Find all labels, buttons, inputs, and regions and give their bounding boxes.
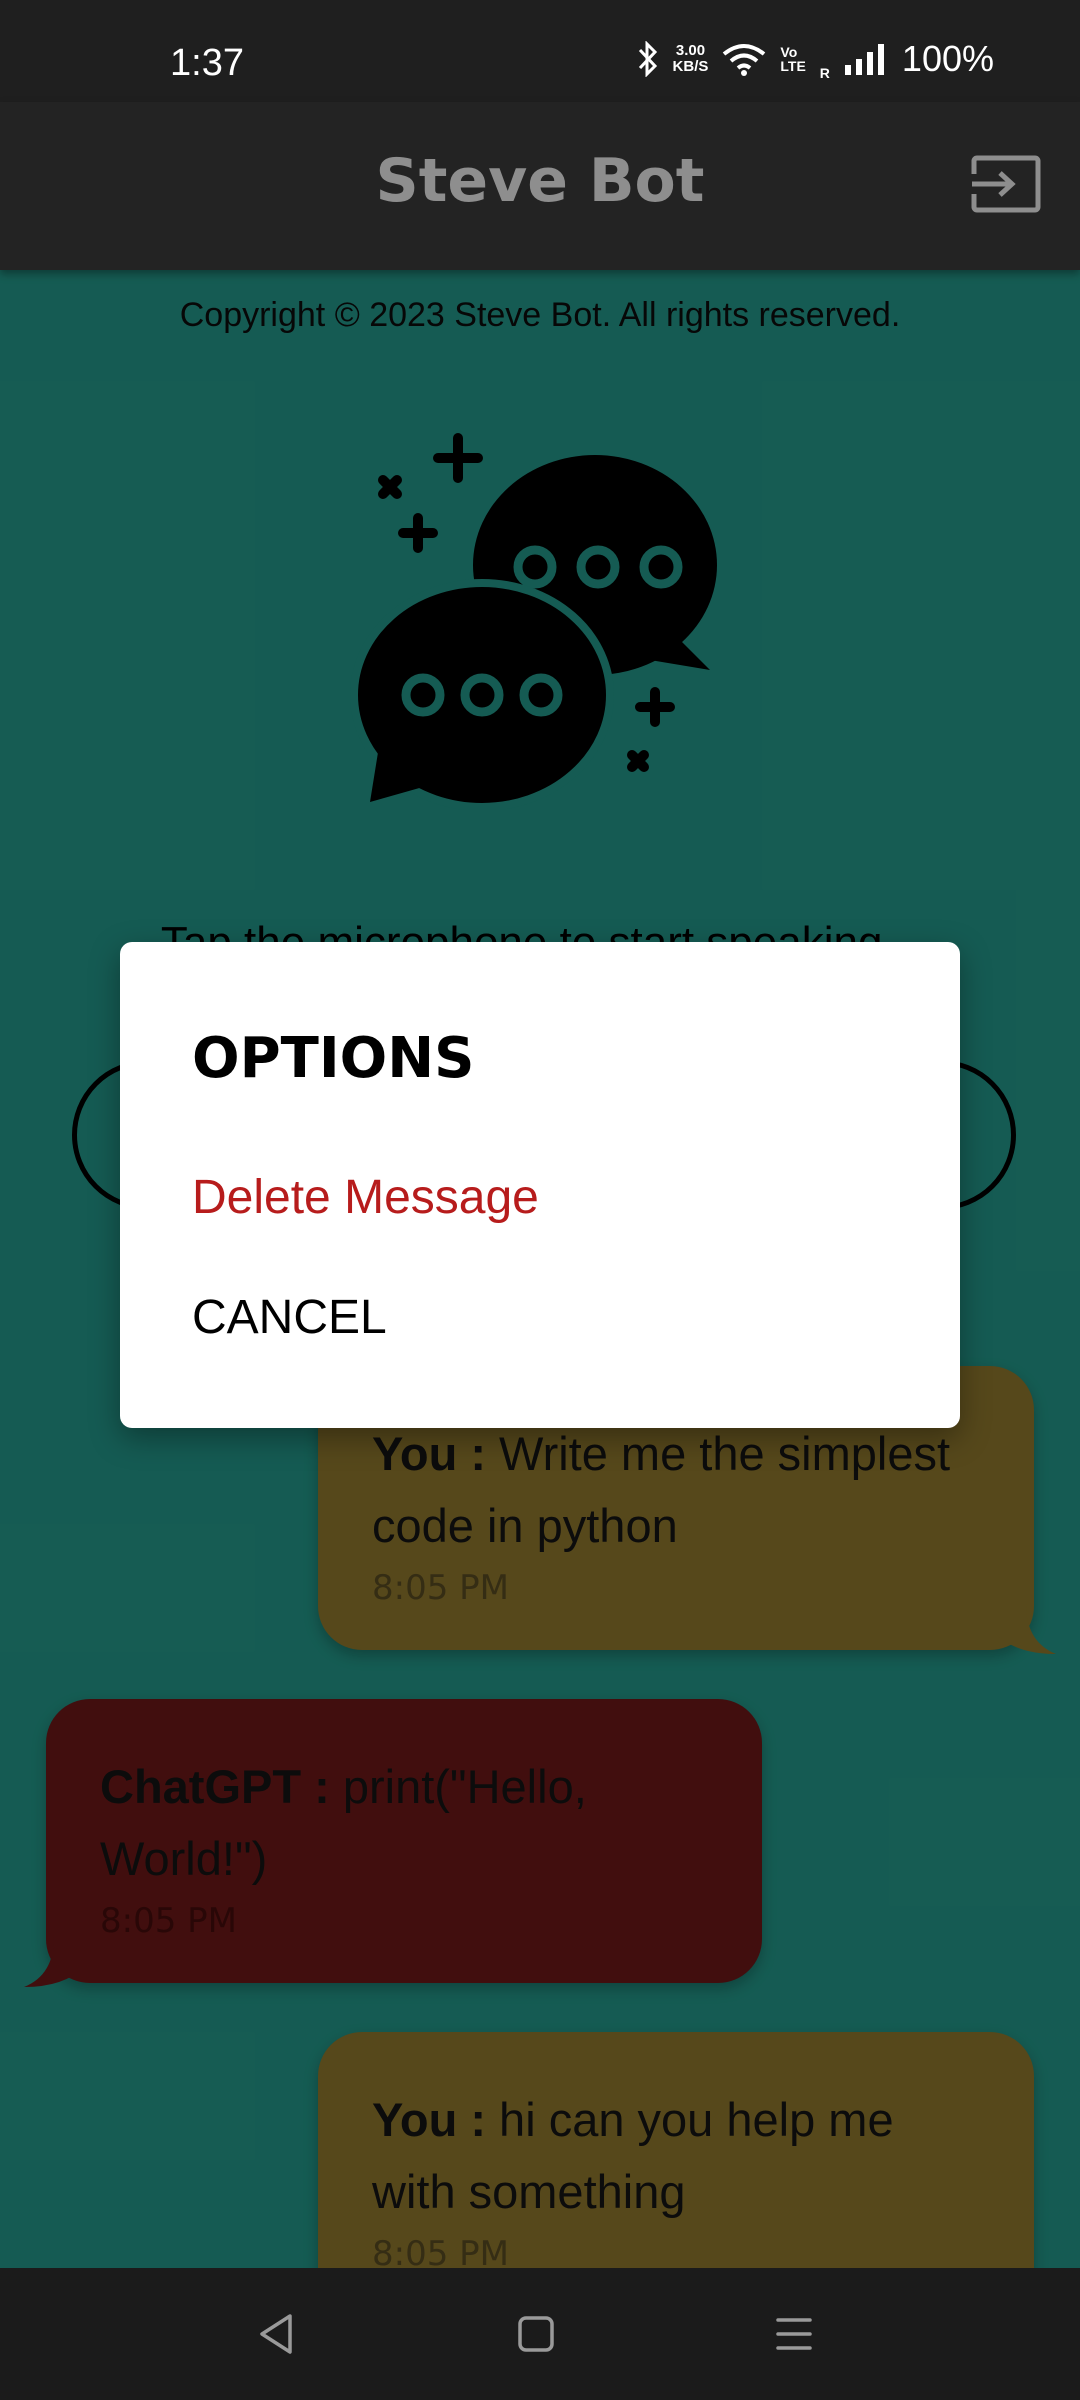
network-speed-unit: KB/S — [672, 58, 709, 75]
delete-message-button[interactable]: Delete Message — [192, 1170, 539, 1225]
status-icons: 3.00 KB/S Vo LTE R 100% — [637, 38, 994, 80]
status-time: 1:37 — [170, 42, 244, 84]
bluetooth-icon — [638, 41, 657, 77]
dialog-title: OPTIONS — [192, 1026, 475, 1091]
signal-icon — [844, 44, 884, 75]
roaming-indicator: R — [819, 65, 830, 81]
menu-lines-icon[interactable] — [774, 2312, 814, 2356]
volte-indicator: Vo LTE — [780, 45, 805, 73]
cancel-button[interactable]: CANCEL — [192, 1290, 387, 1345]
logout-icon[interactable] — [970, 154, 1042, 214]
options-dialog: OPTIONS Delete Message CANCEL — [120, 942, 960, 1428]
status-bar: 1:37 3.00 KB/S Vo LTE R 100% — [0, 0, 1080, 102]
volte-bottom: LTE — [780, 58, 806, 74]
back-triangle-icon[interactable] — [256, 2312, 296, 2356]
app-bar: Steve Bot — [0, 102, 1080, 270]
volte-top: Vo — [780, 44, 798, 60]
battery-percent: 100% — [901, 38, 994, 79]
network-speed-value: 3.00 — [675, 42, 706, 59]
home-square-icon[interactable] — [516, 2312, 556, 2356]
app-title: Steve Bot — [375, 146, 705, 216]
navigation-bar — [0, 2268, 1080, 2400]
wifi-icon — [723, 44, 766, 76]
network-speed: 3.00 KB/S — [673, 43, 709, 75]
